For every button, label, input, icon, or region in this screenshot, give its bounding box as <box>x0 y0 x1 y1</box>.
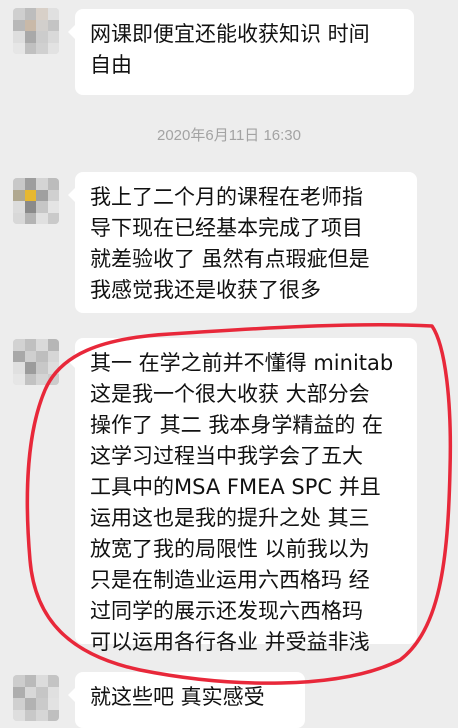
message-text-line: 可以运用各行各业 并受益非浅 <box>90 630 370 654</box>
avatar[interactable] <box>13 339 59 385</box>
message-text-line: 只是在制造业运用六西格玛 经 <box>90 568 370 592</box>
message-text-line: 工具中的MSA FMEA SPC 并且 <box>90 475 381 499</box>
message-text-line: 我上了二个月的课程在老师指 <box>90 185 363 209</box>
message-text-line: 就这些吧 真实感受 <box>90 685 265 709</box>
message-text-line: 导下现在已经基本完成了项目 <box>90 216 363 240</box>
message-text-line: 网课即便宜还能收获知识 时间 <box>90 22 370 46</box>
message-text-line: 自由 <box>90 53 132 77</box>
message-text-line: 过同学的展示还发现六西格玛 <box>90 599 363 623</box>
message-text-line: 这学习过程当中我学会了五大 <box>90 444 363 468</box>
message-text-line: 其一 在学之前并不懂得 minitab <box>90 351 394 375</box>
message-bubble[interactable]: 其一 在学之前并不懂得 minitab 这是我一个很大收获 大部分会 操作了 其… <box>68 338 417 654</box>
message-timestamp: 2020年6月11日 16:30 <box>157 127 301 144</box>
message-bubble[interactable]: 网课即便宜还能收获知识 时间 自由 <box>68 9 414 95</box>
avatar[interactable] <box>13 8 59 54</box>
avatar[interactable] <box>13 178 59 224</box>
message-bubble[interactable]: 我上了二个月的课程在老师指 导下现在已经基本完成了项目 就差验收了 虽然有点瑕疵… <box>68 172 417 313</box>
message-text-line: 操作了 其二 我本身学精益的 在 <box>90 413 384 437</box>
message-text-line: 我感觉我还是收获了很多 <box>90 278 321 302</box>
avatar[interactable] <box>13 675 59 721</box>
message-text-line: 就差验收了 虽然有点瑕疵但是 <box>90 247 370 271</box>
message-bubble[interactable]: 就这些吧 真实感受 <box>68 672 305 728</box>
message-text-line: 这是我一个很大收获 大部分会 <box>90 382 370 406</box>
message-text-line: 运用这也是我的提升之处 其三 <box>90 506 370 530</box>
message-text-line: 放宽了我的局限性 以前我以为 <box>90 537 370 561</box>
